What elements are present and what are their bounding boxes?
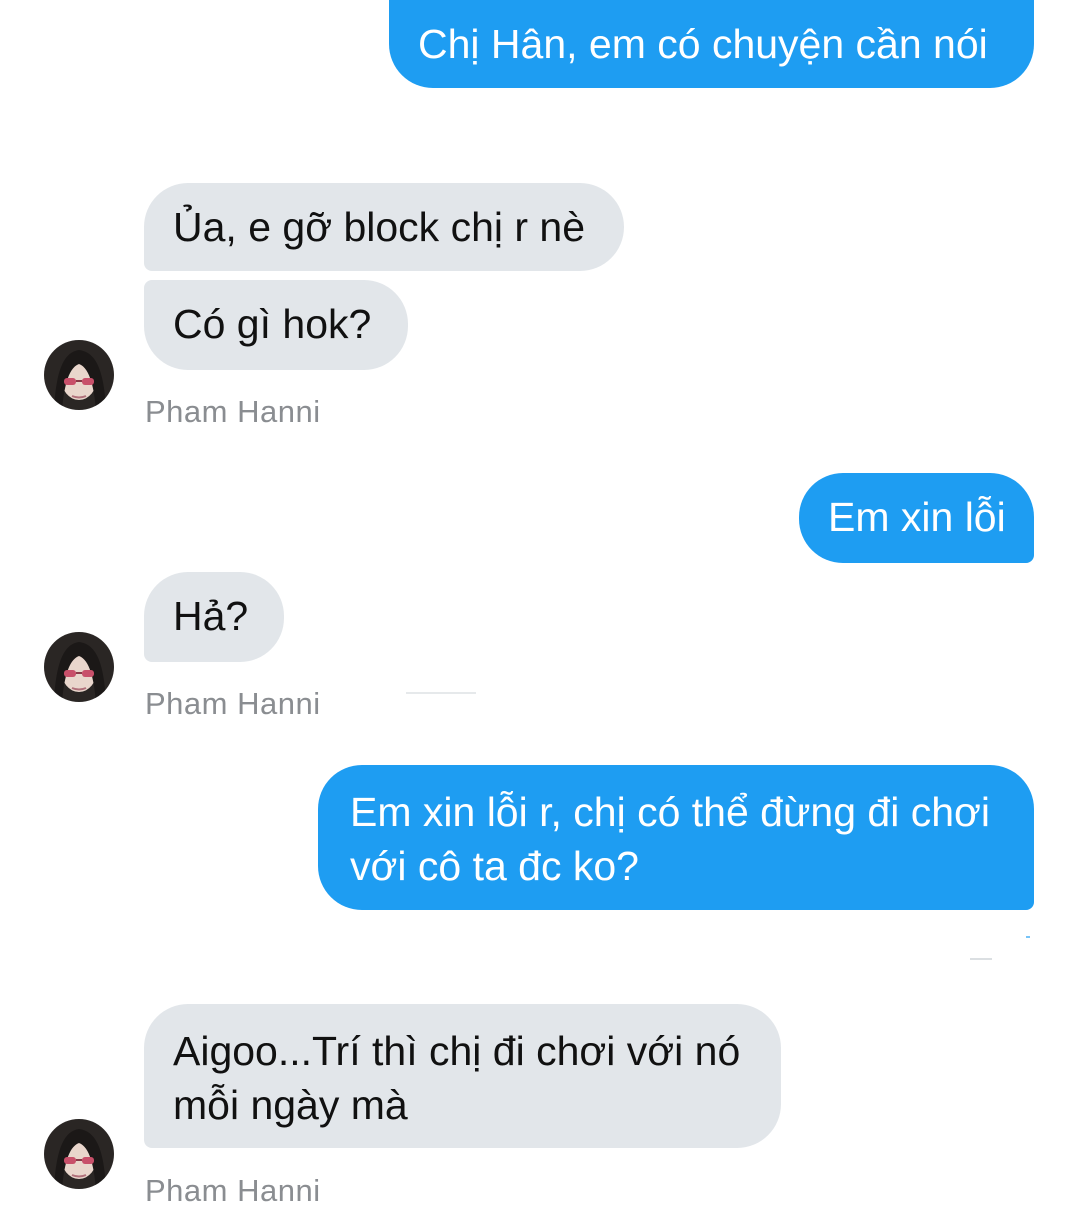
- message-text: Ủa, e gỡ block chị r nè: [173, 204, 586, 250]
- outgoing-message-bubble[interactable]: Chị Hân, em có chuyện cần nói: [389, 0, 1034, 88]
- message-text: Em xin lỗi: [828, 494, 1006, 540]
- sender-name-label: Pham Hanni: [145, 686, 321, 721]
- contact-avatar[interactable]: [44, 340, 114, 410]
- incoming-message-bubble[interactable]: Aigoo...Trí thì chị đi chơi với nó mỗi n…: [144, 1004, 781, 1148]
- outgoing-message-bubble[interactable]: Em xin lỗi: [799, 473, 1034, 563]
- message-text-line: Em xin lỗi r, chị có thể đừng đi chơi: [350, 789, 991, 835]
- incoming-message-bubble[interactable]: Có gì hok?: [144, 280, 408, 370]
- incoming-message-bubble[interactable]: Hả?: [144, 572, 284, 662]
- message-text: Chị Hân, em có chuyện cần nói: [418, 21, 988, 67]
- avatar-photo-icon: [44, 632, 114, 702]
- outgoing-message-bubble[interactable]: Em xin lỗi r, chị có thể đừng đi chơi vớ…: [318, 765, 1034, 910]
- message-text-line: mỗi ngày mà: [173, 1082, 408, 1128]
- message-text-line: với cô ta đc ko?: [350, 843, 639, 889]
- contact-avatar[interactable]: [44, 1119, 114, 1189]
- sender-name-label: Pham Hanni: [145, 394, 321, 429]
- sender-name-label: Pham Hanni: [145, 1173, 321, 1208]
- blur-artifact: [406, 692, 476, 694]
- message-text: Hả?: [173, 593, 249, 639]
- avatar-photo-icon: [44, 340, 114, 410]
- avatar-photo-icon: [44, 1119, 114, 1189]
- message-text-line: Aigoo...Trí thì chị đi chơi với nó: [173, 1028, 741, 1074]
- incoming-message-bubble[interactable]: Ủa, e gỡ block chị r nè: [144, 183, 624, 271]
- blur-artifact: [970, 958, 992, 960]
- contact-avatar[interactable]: [44, 632, 114, 702]
- blur-artifact: [1026, 936, 1030, 938]
- message-text: Có gì hok?: [173, 301, 372, 347]
